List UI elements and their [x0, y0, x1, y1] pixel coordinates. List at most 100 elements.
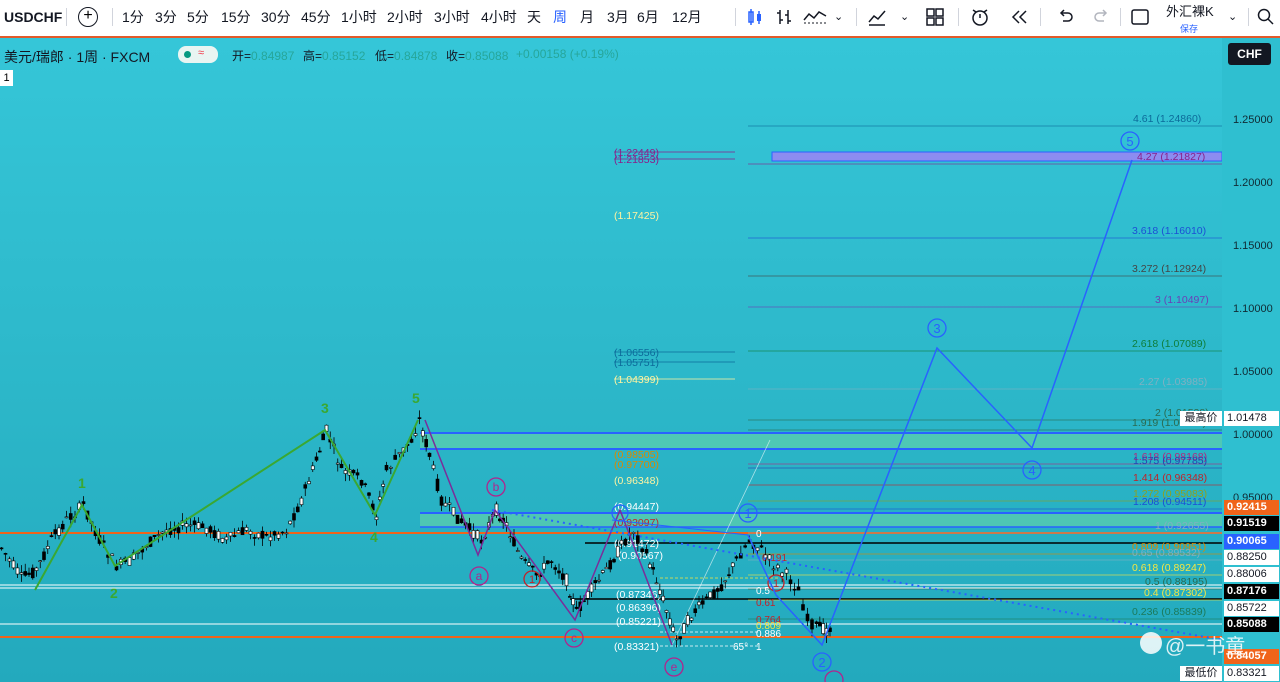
candle — [303, 484, 308, 489]
interval-12[interactable]: 周 — [553, 0, 567, 34]
candle — [367, 492, 371, 496]
interval-10[interactable]: 4小时 — [481, 0, 517, 34]
wave-green-label: 4 — [370, 529, 378, 545]
interval-9[interactable]: 3小时 — [434, 0, 470, 34]
fib-mid-label: (0.83321) — [614, 641, 659, 653]
layout-grid-icon[interactable] — [925, 7, 945, 27]
pane-index[interactable]: 1 — [0, 70, 13, 86]
candle — [704, 596, 709, 599]
candle — [45, 546, 50, 550]
interval-15[interactable]: 6月 — [637, 0, 659, 34]
interval-2[interactable]: 3分 — [155, 0, 177, 34]
wave-blue-label: 2 — [818, 655, 825, 670]
candle — [796, 586, 801, 591]
candles-icon[interactable] — [745, 7, 765, 27]
candle — [49, 535, 54, 537]
fib-mid-label: (0.96348) — [614, 475, 659, 487]
candle — [519, 556, 524, 559]
price-chart[interactable]: 4.61 (1.24860) 4.27 (1.21827) 3.618 (1.160… — [0, 38, 1222, 682]
candle — [651, 567, 655, 570]
candle — [389, 467, 393, 469]
chevron-down-icon[interactable]: ⌄ — [900, 0, 909, 34]
interval-5[interactable]: 30分 — [261, 0, 291, 34]
candle — [343, 470, 348, 474]
fib-mid-label: (1.05751) — [614, 357, 659, 369]
candle — [730, 562, 735, 567]
replay-icon[interactable] — [1009, 7, 1029, 27]
candle — [523, 559, 528, 561]
candle — [776, 564, 780, 569]
interval-14[interactable]: 3月 — [607, 0, 629, 34]
fib-mid-label: (0.85221) — [616, 616, 661, 628]
candle — [471, 530, 476, 539]
candle — [636, 535, 640, 544]
candle — [545, 560, 550, 564]
interval-7[interactable]: 1小时 — [341, 0, 377, 34]
candle — [515, 550, 520, 552]
candle — [208, 526, 213, 533]
wave-blue-label: 1 — [744, 506, 751, 521]
fib-label: 1.208 (0.94511) — [1133, 496, 1206, 508]
candle — [335, 462, 340, 465]
interval-8[interactable]: 2小时 — [387, 0, 423, 34]
chart-pane[interactable]: 4.61 (1.24860) 4.27 (1.21827) 3.618 (1.160… — [0, 38, 1222, 682]
indicators-icon[interactable] — [867, 7, 887, 27]
candle — [727, 574, 731, 576]
interval-16[interactable]: 12月 — [672, 0, 702, 34]
candle — [224, 536, 229, 541]
ohlc-high: 高=0.85152 — [303, 47, 365, 64]
interval-4[interactable]: 15分 — [221, 0, 251, 34]
low-label: 低= — [375, 49, 395, 63]
candle — [34, 567, 39, 571]
chart-title[interactable]: 美元/瑞郎 · 1周 · FXCM — [4, 47, 150, 67]
line-style-icon[interactable] — [803, 7, 827, 27]
candle — [597, 579, 601, 582]
candle — [272, 531, 277, 536]
candle — [374, 516, 379, 520]
interval-6[interactable]: 45分 — [301, 0, 331, 34]
alert-clock-icon[interactable] — [970, 7, 990, 27]
fib-label: 2.618 (1.07089) — [1132, 338, 1206, 350]
fullscreen-icon[interactable] — [1130, 7, 1150, 27]
candle — [604, 566, 609, 570]
redo-icon[interactable] — [1092, 7, 1112, 27]
fib-ratio-label: 0.5 — [756, 586, 770, 597]
symbol-search-button[interactable]: USDCHF — [4, 0, 62, 34]
fib-mid-label: (1.04399) — [614, 374, 659, 386]
price-label: 1.01478 — [1224, 411, 1279, 426]
wave-green — [34, 419, 419, 591]
candle — [244, 527, 249, 531]
close-label: 收= — [446, 49, 466, 63]
chevron-down-icon[interactable]: ⌄ — [834, 0, 843, 34]
candle — [571, 598, 575, 606]
candle — [264, 534, 269, 536]
interval-3[interactable]: 5分 — [187, 0, 209, 34]
interval-11[interactable]: 天 — [527, 0, 541, 34]
undo-icon[interactable] — [1055, 7, 1075, 27]
candle — [608, 560, 613, 570]
candle — [530, 565, 535, 568]
candle — [156, 534, 161, 536]
currency-selector[interactable]: CHF — [1228, 43, 1271, 65]
candle — [260, 530, 265, 539]
candle — [723, 580, 728, 583]
interval-1[interactable]: 1分 — [122, 0, 144, 34]
status-pill[interactable]: ≈ — [178, 46, 218, 63]
chevron-down-icon[interactable]: ⌄ — [1228, 0, 1237, 34]
candle — [557, 570, 561, 574]
candle — [439, 496, 444, 506]
interval-13[interactable]: 月 — [580, 0, 594, 34]
candle — [421, 430, 425, 437]
wave-red-label: 1 — [773, 578, 779, 590]
candle — [508, 536, 513, 539]
add-symbol-button[interactable]: + — [78, 7, 98, 27]
candle — [38, 560, 43, 563]
candle — [693, 608, 698, 613]
candle — [821, 623, 825, 634]
candle — [814, 621, 819, 624]
search-icon[interactable] — [1256, 7, 1276, 27]
candle — [810, 619, 814, 630]
candle — [176, 527, 181, 534]
wave-purple-label: b — [493, 480, 500, 494]
bars-icon[interactable] — [774, 7, 794, 27]
